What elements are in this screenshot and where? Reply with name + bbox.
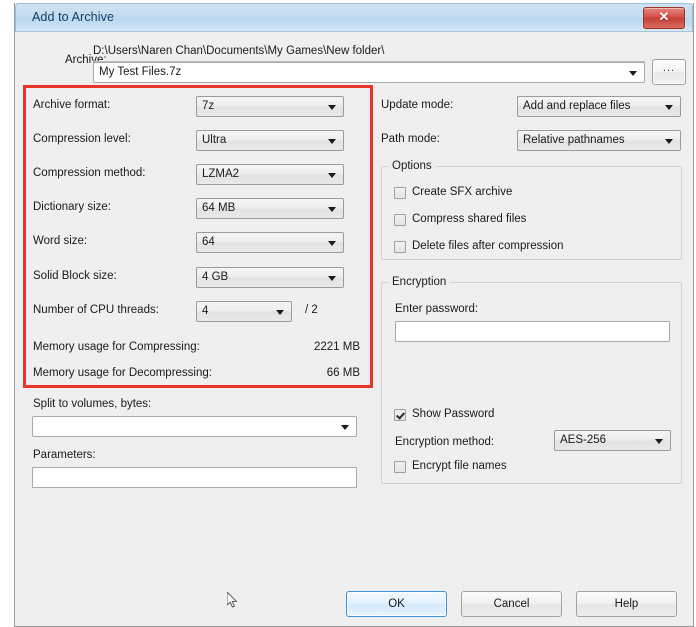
dictionary-size-label: Dictionary size:	[33, 201, 111, 213]
chevron-down-icon	[655, 439, 663, 444]
archive-name-combo[interactable]: My Test Files.7z	[93, 62, 645, 83]
path-mode-label: Path mode:	[381, 133, 440, 145]
options-group-title: Options	[388, 160, 436, 172]
delete-files-after-compression-label: Delete files after compression	[412, 240, 564, 252]
archive-format-label: Archive format:	[33, 99, 111, 111]
cpu-threads-combo[interactable]: 4	[196, 301, 292, 322]
compression-method-combo[interactable]: LZMA2	[196, 164, 344, 185]
update-mode-label: Update mode:	[381, 99, 454, 111]
word-size-label: Word size:	[33, 235, 88, 247]
cancel-button[interactable]: Cancel	[461, 591, 562, 617]
archive-path-text: D:\Users\Naren Chan\Documents\My Games\N…	[93, 45, 385, 57]
show-password-label: Show Password	[412, 408, 495, 420]
archive-name-value: My Test Files.7z	[99, 66, 182, 78]
close-icon: ✕	[658, 9, 670, 24]
parameters-label: Parameters:	[33, 449, 96, 461]
cpu-threads-value: 4	[202, 305, 209, 317]
chevron-down-icon	[629, 71, 637, 76]
update-mode-value: Add and replace files	[523, 100, 631, 112]
close-button[interactable]: ✕	[643, 7, 685, 29]
checkbox-icon	[394, 461, 406, 473]
chevron-down-icon	[328, 241, 336, 246]
compression-method-label: Compression method:	[33, 167, 146, 179]
chevron-down-icon	[341, 425, 349, 430]
window-title: Add to Archive	[32, 10, 115, 24]
checkbox-icon	[394, 241, 406, 253]
word-size-combo[interactable]: 64	[196, 232, 344, 253]
cpu-threads-total: / 2	[305, 304, 318, 316]
help-button[interactable]: Help	[576, 591, 677, 617]
checkbox-icon	[394, 187, 406, 199]
dictionary-size-combo[interactable]: 64 MB	[196, 198, 344, 219]
path-mode-combo[interactable]: Relative pathnames	[517, 130, 681, 151]
ok-button[interactable]: OK	[346, 591, 447, 617]
mouse-cursor	[226, 590, 239, 610]
chevron-down-icon	[328, 173, 336, 178]
memory-compressing-label: Memory usage for Compressing:	[33, 341, 200, 353]
archive-format-value: 7z	[202, 100, 215, 112]
memory-decompressing-label: Memory usage for Decompressing:	[33, 367, 212, 379]
memory-compressing-value: 2221 MB	[313, 341, 360, 353]
chevron-down-icon	[328, 276, 336, 281]
split-volumes-combo[interactable]	[32, 416, 357, 437]
chevron-down-icon	[328, 207, 336, 212]
chevron-down-icon	[276, 310, 284, 315]
checkbox-icon	[394, 214, 406, 226]
browse-button-label: ...	[662, 62, 676, 74]
cpu-threads-label: Number of CPU threads:	[33, 304, 159, 316]
encryption-method-value: AES-256	[560, 434, 607, 446]
encryption-group-title: Encryption	[388, 276, 451, 288]
enter-password-label: Enter password:	[395, 303, 479, 315]
update-mode-combo[interactable]: Add and replace files	[517, 96, 681, 117]
word-size-value: 64	[202, 236, 215, 248]
compression-level-value: Ultra	[202, 134, 227, 146]
compression-method-value: LZMA2	[202, 168, 240, 180]
encrypt-file-names-label: Encrypt file names	[412, 460, 507, 472]
encryption-method-label: Encryption method:	[395, 436, 495, 448]
compression-level-combo[interactable]: Ultra	[196, 130, 344, 151]
compress-shared-files-label: Compress shared files	[412, 213, 527, 225]
browse-button[interactable]: ...	[652, 59, 686, 85]
encryption-method-combo[interactable]: AES-256	[554, 430, 671, 451]
dictionary-size-value: 64 MB	[202, 202, 236, 214]
parameters-input[interactable]	[32, 467, 357, 488]
password-input[interactable]	[395, 321, 670, 342]
split-volumes-label: Split to volumes, bytes:	[33, 398, 152, 410]
chevron-down-icon	[328, 139, 336, 144]
chevron-down-icon	[665, 105, 673, 110]
path-mode-value: Relative pathnames	[523, 134, 625, 146]
solid-block-size-value: 4 GB	[202, 271, 229, 283]
chevron-down-icon	[328, 105, 336, 110]
archive-format-combo[interactable]: 7z	[196, 96, 344, 117]
memory-decompressing-value: 66 MB	[326, 367, 360, 379]
solid-block-size-combo[interactable]: 4 GB	[196, 267, 344, 288]
compression-level-label: Compression level:	[33, 133, 131, 145]
title-bar: Add to Archive ✕	[15, 3, 693, 32]
add-to-archive-dialog: Add to Archive ✕ Archive: D:\Users\Naren…	[14, 3, 694, 627]
chevron-down-icon	[665, 139, 673, 144]
solid-block-size-label: Solid Block size:	[33, 270, 117, 282]
checkbox-checked-icon	[394, 409, 406, 421]
create-sfx-archive-label: Create SFX archive	[412, 186, 513, 198]
